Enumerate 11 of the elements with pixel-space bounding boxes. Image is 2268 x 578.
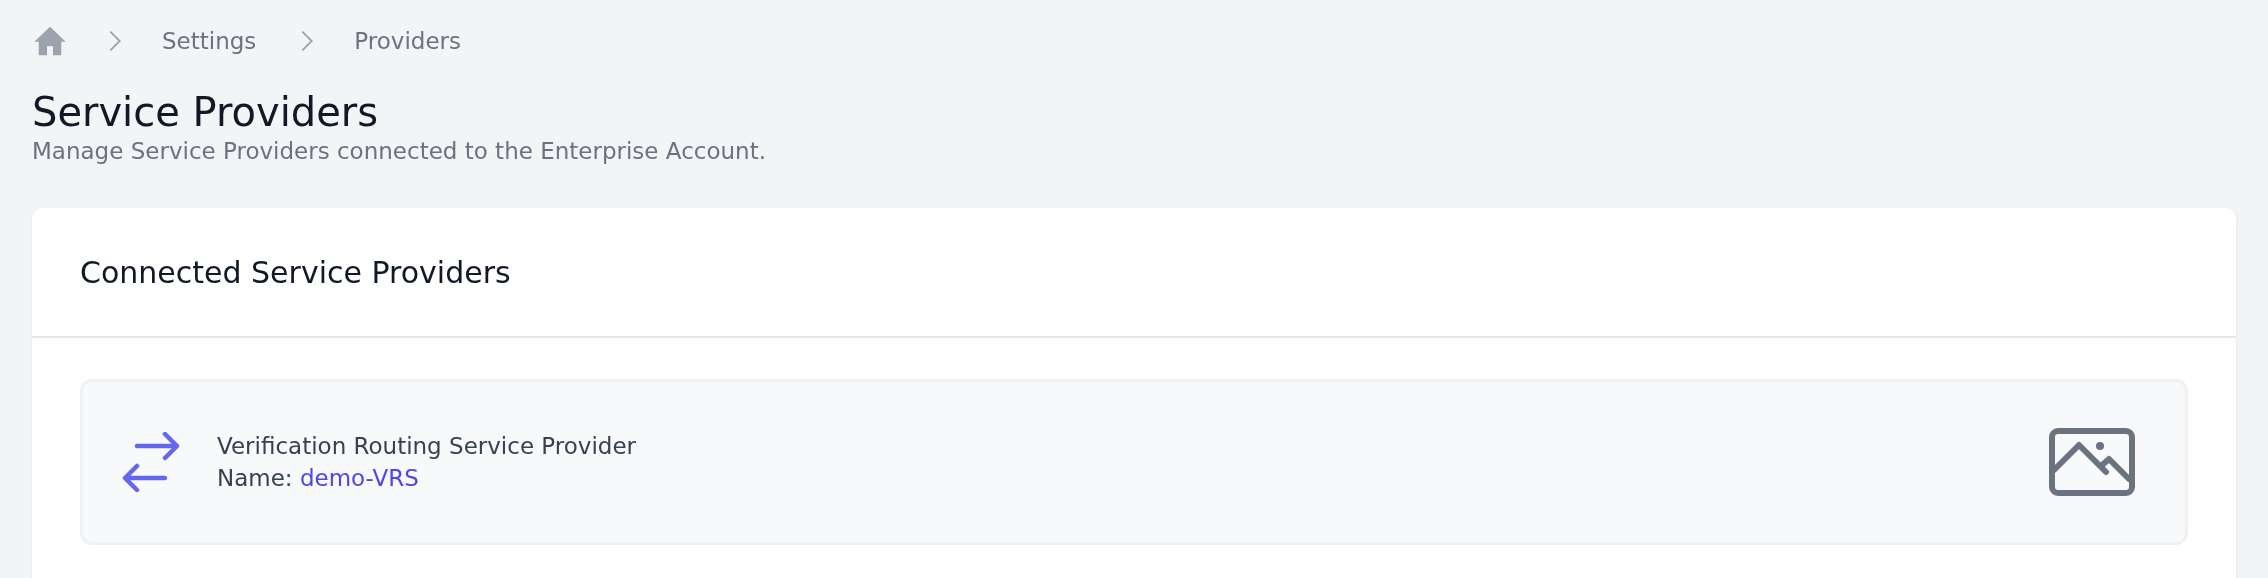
name-label: Name: [217, 465, 293, 491]
breadcrumb-link[interactable]: Settings [162, 28, 257, 54]
card-title: Connected Service Providers [80, 254, 511, 290]
page-subtitle: Manage Service Providers connected to the Enterprise Account. [32, 138, 767, 164]
page-title: Service Providers [32, 88, 380, 136]
arrows-icon [121, 432, 181, 492]
provider-item[interactable]: Verification Routing Service Provider Name: demo-VRS [80, 379, 2188, 545]
provider-name-link[interactable]: demo-VRS [299, 465, 419, 491]
provider-type: Verification Routing Service Provider [217, 433, 638, 459]
image-icon [2049, 428, 2135, 496]
breadcrumb-link[interactable]: Providers [354, 28, 462, 54]
